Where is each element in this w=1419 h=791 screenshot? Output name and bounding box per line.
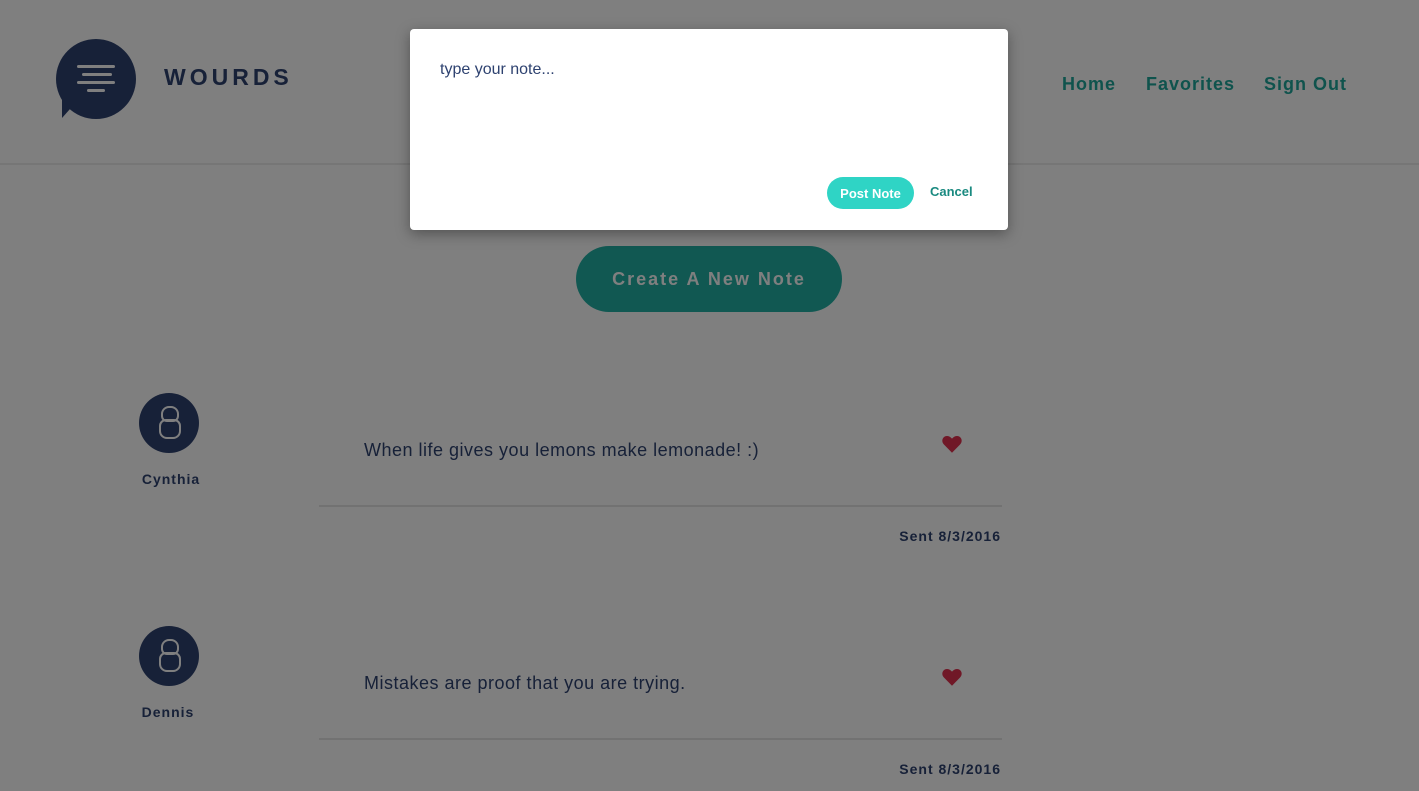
app-page: WOURDS Home Favorites Sign Out Create A … bbox=[0, 0, 1419, 791]
note-textarea[interactable] bbox=[430, 53, 986, 173]
cancel-button[interactable]: Cancel bbox=[930, 184, 973, 199]
post-note-button[interactable]: Post Note bbox=[827, 177, 914, 209]
new-note-modal: Post Note Cancel bbox=[410, 29, 1008, 230]
